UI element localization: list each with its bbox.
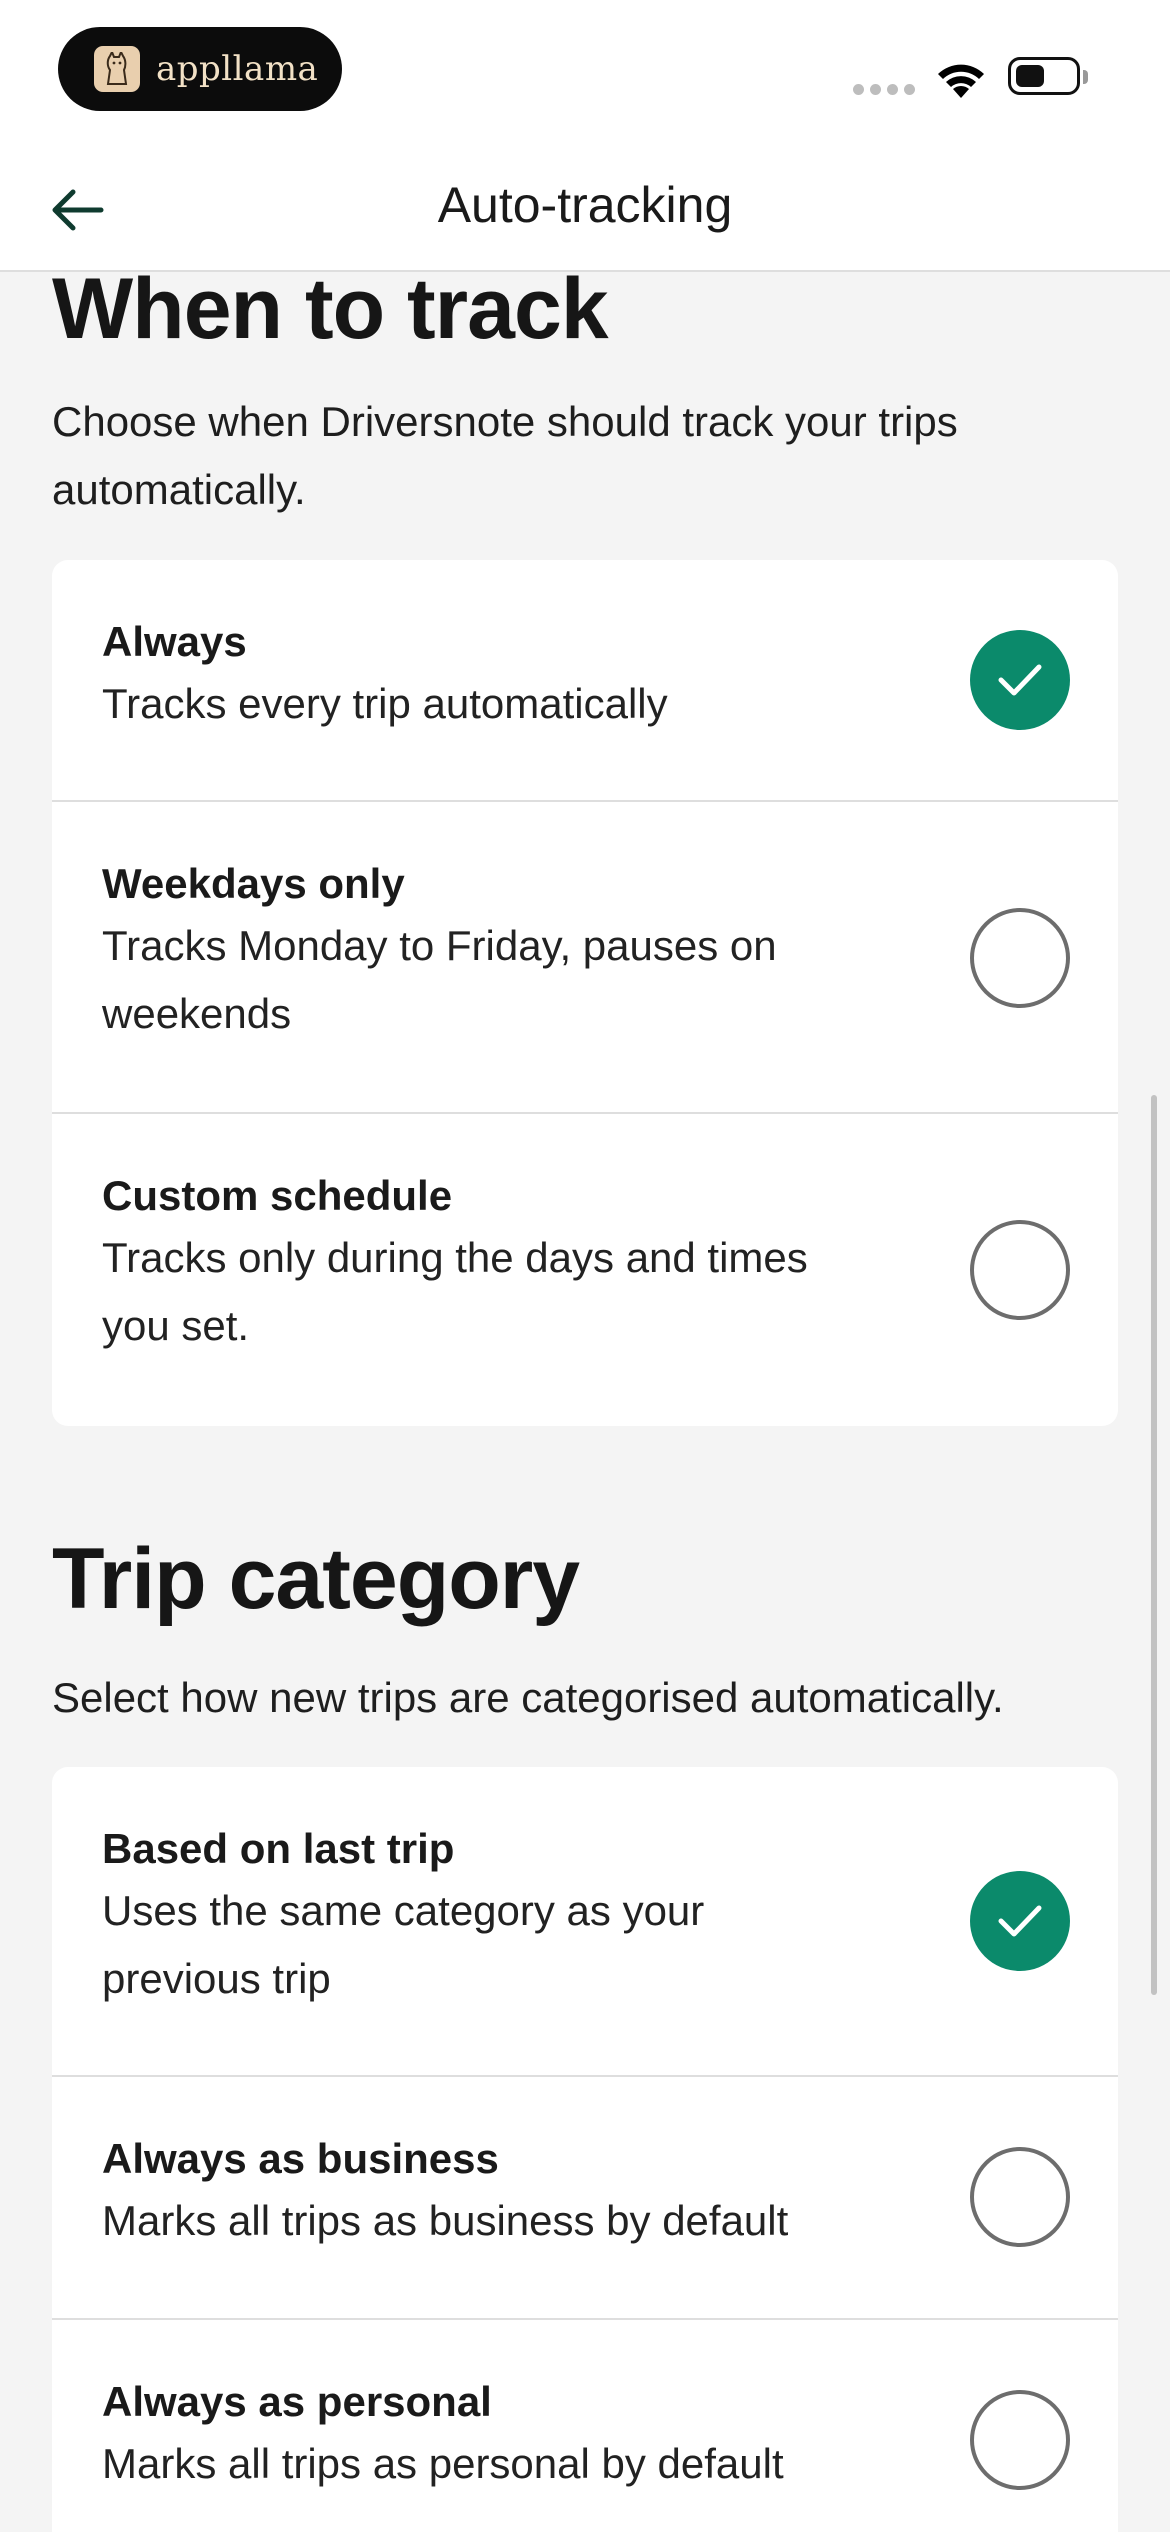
page-title: Auto-tracking — [437, 177, 733, 233]
when-to-track-options: Always Tracks every trip automatically W… — [52, 560, 1118, 1426]
option-always[interactable]: Always Tracks every trip automatically — [52, 560, 1118, 802]
appllama-badge: appllama — [58, 27, 342, 111]
trip-category-description: Select how new trips are categorised aut… — [52, 1674, 1004, 1721]
option-title: Custom schedule — [102, 1172, 453, 1219]
option-subtitle: Marks all trips as personal by default — [102, 2440, 784, 2487]
option-subtitle: Tracks only during the days and times yo… — [102, 1234, 808, 1349]
trip-category-options: Based on last trip Uses the same categor… — [52, 1767, 1118, 2532]
option-subtitle: Uses the same category as your previous … — [102, 1887, 705, 2002]
option-title: Always as business — [102, 2135, 499, 2182]
option-subtitle: Marks all trips as business by default — [102, 2197, 789, 2244]
radio-selected-check-icon[interactable] — [970, 1871, 1070, 1971]
brand-label: appllama — [156, 49, 319, 89]
radio-unselected-icon[interactable] — [970, 2147, 1070, 2247]
radio-selected-check-icon[interactable] — [970, 630, 1070, 730]
scrollbar[interactable] — [1151, 1095, 1157, 1995]
option-custom-schedule[interactable]: Custom schedule Tracks only during the d… — [52, 1114, 1118, 1426]
settings-scroll-view[interactable]: When to track Choose when Driversnote sh… — [0, 272, 1170, 2532]
option-title: Always — [102, 618, 247, 665]
llama-icon — [94, 46, 140, 92]
status-bar: appllama — [0, 0, 1170, 150]
option-title: Based on last trip — [102, 1825, 455, 1872]
option-subtitle: Tracks every trip automatically — [102, 680, 668, 727]
radio-unselected-icon[interactable] — [970, 908, 1070, 1008]
option-title: Weekdays only — [102, 860, 405, 907]
option-weekdays-only[interactable]: Weekdays only Tracks Monday to Friday, p… — [52, 802, 1118, 1114]
wifi-icon — [932, 58, 990, 105]
when-to-track-heading: When to track — [52, 272, 609, 357]
navigation-bar: Auto-tracking — [0, 150, 1170, 272]
battery-icon — [1008, 57, 1088, 95]
option-title: Always as personal — [102, 2378, 492, 2425]
option-based-on-last-trip[interactable]: Based on last trip Uses the same categor… — [52, 1767, 1118, 2077]
when-to-track-description: Choose when Driversnote should track you… — [52, 398, 958, 513]
radio-unselected-icon[interactable] — [970, 1220, 1070, 1320]
trip-category-heading: Trip category — [52, 1531, 580, 1627]
option-subtitle: Tracks Monday to Friday, pauses on weeke… — [102, 922, 777, 1037]
radio-unselected-icon[interactable] — [970, 2390, 1070, 2490]
option-always-as-personal[interactable]: Always as personal Marks all trips as pe… — [52, 2320, 1118, 2532]
cellular-signal-icon — [853, 84, 915, 95]
option-always-as-business[interactable]: Always as business Marks all trips as bu… — [52, 2077, 1118, 2320]
